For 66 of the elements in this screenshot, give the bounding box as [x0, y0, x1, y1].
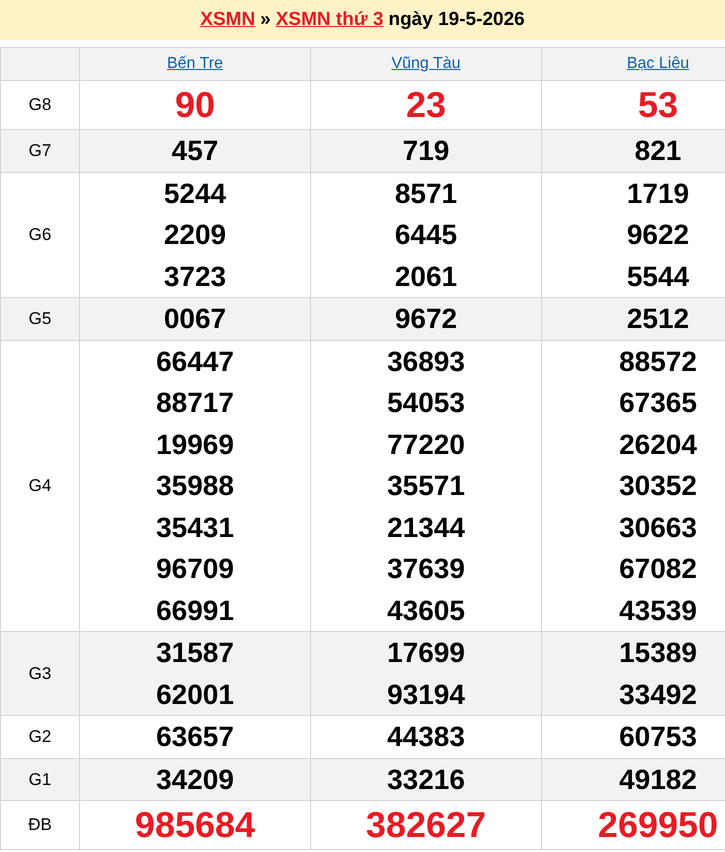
result-number: 23	[404, 83, 448, 127]
result-number: 3723	[162, 260, 228, 294]
province-link[interactable]: Bạc Liêu	[626, 55, 690, 72]
result-number: 93194	[386, 678, 466, 712]
result-number: 5244	[162, 176, 228, 210]
result-number: 30663	[618, 510, 698, 544]
result-number: 9622	[626, 218, 690, 252]
title-link[interactable]: XSMN	[200, 6, 256, 34]
result-number: 77220	[386, 428, 466, 462]
result-number: 43539	[618, 594, 698, 628]
result-number: 719	[402, 134, 450, 168]
result-number: 17699	[386, 636, 466, 670]
result-number: 6445	[394, 218, 458, 252]
prize-label: ĐB	[0, 800, 80, 850]
province-link[interactable]: Bến Tre	[166, 55, 224, 72]
prize-label: G5	[0, 298, 80, 340]
result-number: 36893	[386, 344, 466, 378]
result-number: 66447	[155, 344, 235, 378]
result-number: 44383	[386, 720, 466, 754]
result-number: 53	[636, 83, 680, 127]
result-number: 2061	[394, 260, 458, 294]
result-number: 34209	[155, 762, 235, 796]
result-number: 88717	[155, 386, 235, 420]
result-number: 33216	[386, 762, 466, 796]
prize-label: G2	[0, 716, 80, 758]
result-number: 66991	[155, 594, 235, 628]
prize-label: G4	[0, 340, 80, 632]
title-text: »	[260, 8, 271, 32]
result-number: 67082	[618, 552, 698, 586]
province-link[interactable]: Vũng Tàu	[391, 55, 461, 72]
result-number: 0067	[162, 302, 228, 336]
result-number: 269950	[596, 803, 720, 847]
result-number: 2512	[626, 302, 690, 336]
result-number: 54053	[386, 386, 466, 420]
result-number: 15389	[618, 636, 698, 670]
result-number: 1719	[626, 176, 690, 210]
result-number: 63657	[155, 720, 235, 754]
result-number: 19969	[155, 428, 235, 462]
result-number: 31587	[155, 636, 235, 670]
title-text: ngày 19-5-2026	[388, 8, 525, 32]
result-number: 8571	[394, 176, 458, 210]
result-number: 49182	[618, 762, 698, 796]
result-number: 35988	[155, 469, 235, 503]
result-number: 60753	[618, 720, 698, 754]
result-number: 90	[174, 83, 216, 127]
result-number: 382627	[364, 803, 488, 847]
result-number: 9672	[394, 302, 458, 336]
result-number: 30352	[618, 469, 698, 503]
result-number: 21344	[386, 510, 466, 544]
result-number: 43605	[386, 594, 466, 628]
result-number: 62001	[155, 678, 235, 712]
result-number: 33492	[618, 678, 698, 712]
title-link[interactable]: XSMN thứ 3	[276, 6, 384, 34]
result-number: 821	[634, 134, 682, 168]
prize-label: G7	[0, 130, 80, 172]
result-number: 37639	[386, 552, 466, 586]
result-number: 5544	[626, 260, 690, 294]
result-number: 67365	[618, 386, 698, 420]
result-number: 96709	[155, 552, 235, 586]
result-number: 26204	[618, 428, 698, 462]
result-number: 457	[170, 134, 220, 168]
result-number: 2209	[162, 218, 228, 252]
result-number: 35431	[155, 510, 235, 544]
result-number: 985684	[134, 803, 256, 847]
result-number: 88572	[618, 344, 698, 378]
result-number: 35571	[386, 469, 466, 503]
